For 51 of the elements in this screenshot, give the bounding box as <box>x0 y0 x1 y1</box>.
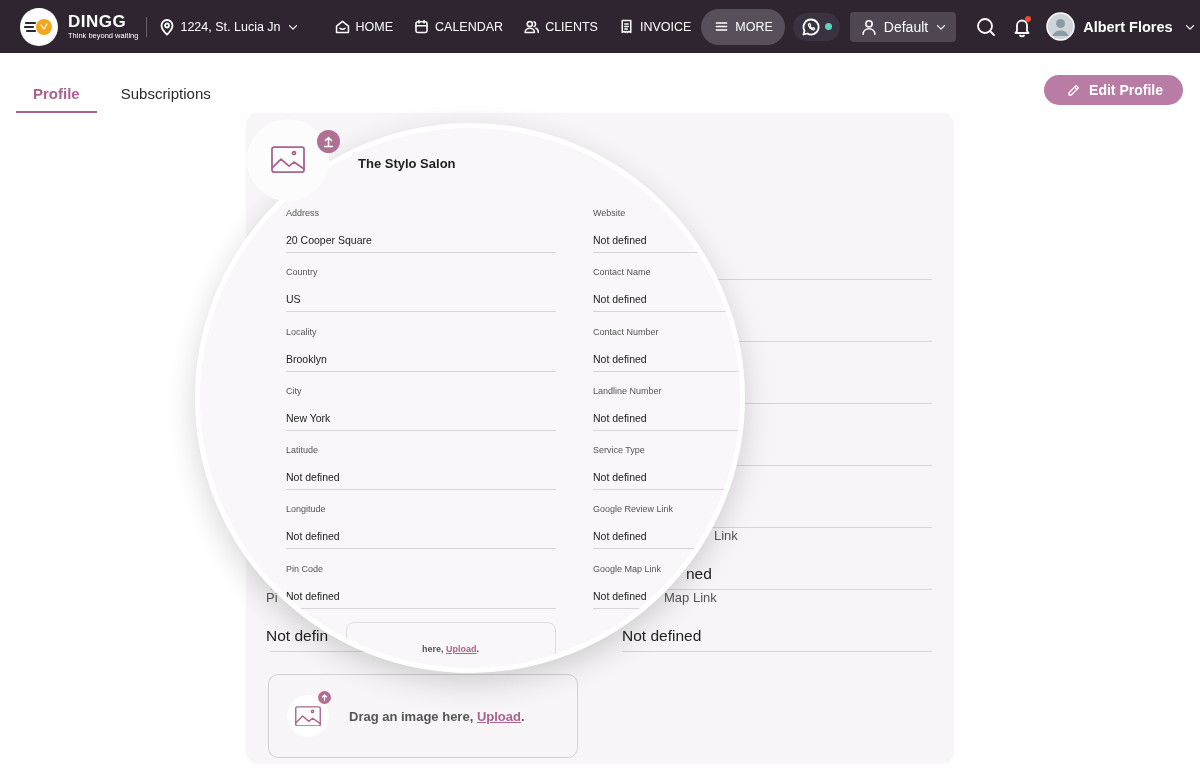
business-name: The Stylo Salon <box>358 155 456 173</box>
field-value: New York <box>286 410 331 425</box>
field-value: Not defined <box>593 588 647 603</box>
nav-item[interactable]: HOME <box>333 8 404 45</box>
field-value: Not defined <box>593 410 647 425</box>
field-label: City <box>286 384 302 397</box>
tab[interactable]: Profile <box>16 85 97 113</box>
field-value: Not defined <box>286 588 340 603</box>
field-label: Service Type <box>593 444 645 457</box>
field-value: Not defined <box>593 470 647 485</box>
upload-link[interactable]: Upload <box>446 644 477 655</box>
field-label: Website <box>593 207 626 219</box>
field-label: Latitude <box>286 444 319 457</box>
field-value: Not defined <box>286 529 340 544</box>
upload-hint: Drag an image here, Upload. <box>349 708 525 724</box>
field-value: Not defined <box>593 529 647 544</box>
field-label: Longitude <box>286 503 326 516</box>
field-label: Contact Name <box>593 266 651 279</box>
field-value: Brooklyn <box>286 351 327 366</box>
field-label: Country <box>286 266 318 279</box>
location-selector[interactable]: 1224, St. Lucia Jn <box>159 17 300 36</box>
field-value: Not defined <box>593 292 647 307</box>
brand-name[interactable]: DINGG <box>68 13 139 31</box>
nav-item[interactable]: INVOICE <box>607 8 702 45</box>
upload-dropzone[interactable]: Drag an image here, Upload. <box>268 674 578 758</box>
role-dropdown[interactable]: Default <box>849 11 957 42</box>
field-value: Not defin <box>266 626 329 646</box>
field-label: Google Map Link <box>593 562 662 575</box>
nav-item[interactable]: CALENDAR <box>403 8 514 45</box>
user-menu[interactable]: Albert Flores <box>1083 18 1197 35</box>
field-value: Not defined <box>593 351 647 366</box>
field-label: Link <box>714 528 738 544</box>
field-label: Google Review Link <box>593 503 674 516</box>
tab[interactable]: Subscriptions <box>120 85 235 113</box>
field-label: Map Link <box>664 590 717 606</box>
field-label: Contact Number <box>593 325 659 338</box>
upload-link[interactable]: Upload <box>476 708 521 724</box>
field-label: Pi <box>266 590 278 606</box>
field-value: 20 Cooper Square <box>286 233 372 247</box>
nav-item[interactable]: MORE <box>701 8 785 45</box>
field-label: Landline Number <box>593 384 662 397</box>
upload-hint: here, Upload. <box>422 644 480 655</box>
field-label: Pin Code <box>286 562 324 575</box>
field-value: Not defined <box>286 470 340 485</box>
field-label: Locality <box>286 325 317 338</box>
field-value: ned <box>686 564 712 584</box>
field-value: US <box>286 292 301 307</box>
field-label: Address <box>286 207 320 219</box>
field-value: Not defined <box>622 626 702 646</box>
field-value: Not defined <box>593 233 647 247</box>
nav-item[interactable]: CLIENTS <box>513 8 608 45</box>
